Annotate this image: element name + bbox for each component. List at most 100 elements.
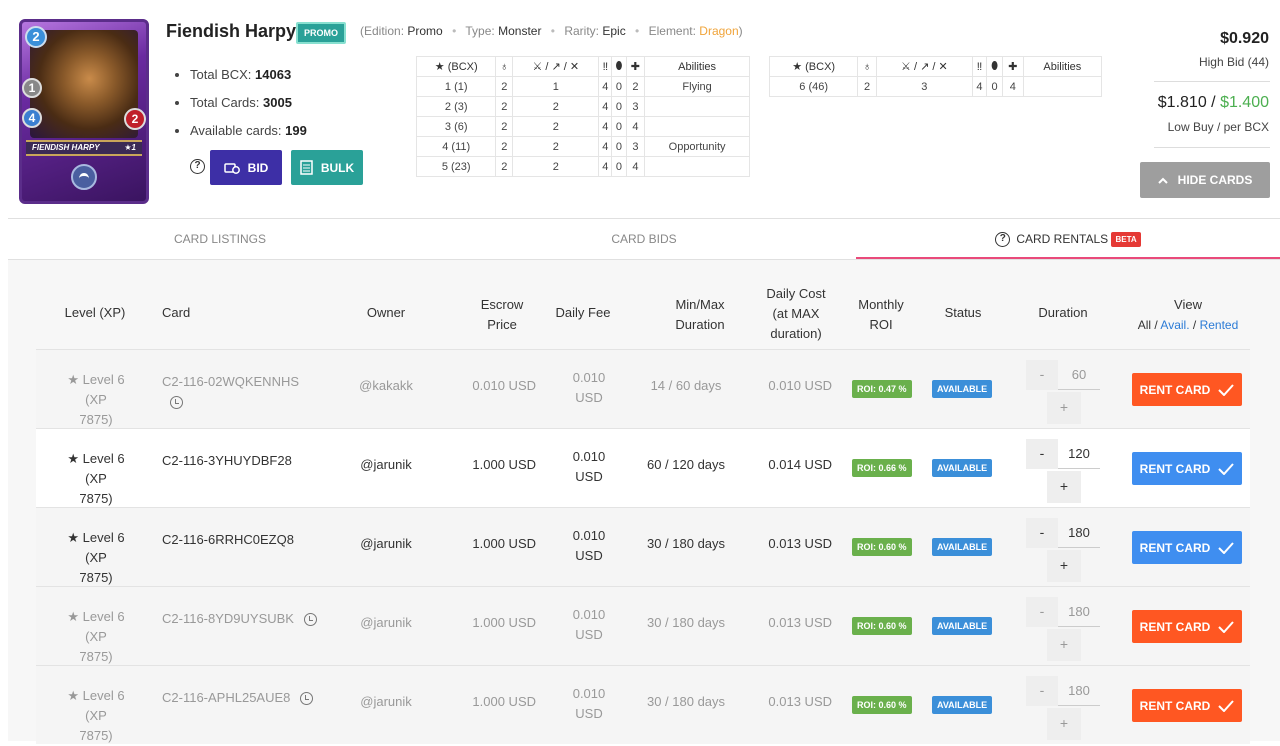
duration-increment-button[interactable]: + — [1047, 629, 1081, 661]
daily-fee-value: 0.010 — [572, 370, 606, 385]
element-value: Dragon — [699, 24, 739, 38]
xp-label: (XP — [85, 629, 107, 644]
low-buy-label: Low Buy / per BCX — [1167, 120, 1269, 134]
duration-increment-button[interactable]: + — [1047, 392, 1081, 424]
help-icon[interactable]: ? — [190, 159, 205, 174]
table-row: 2 (3) 2 2 4 0 3 — [415, 96, 750, 117]
mana-icon: 2 — [25, 26, 47, 48]
card-id[interactable]: C2-116-02WQKENNHS — [162, 374, 299, 389]
daily-fee: 0.010 USD — [564, 605, 614, 645]
owner[interactable]: @kakakk — [356, 378, 416, 393]
calculator-icon — [300, 160, 313, 175]
owner[interactable]: @jarunik — [356, 457, 416, 472]
card-id[interactable]: C2-116-6RRHC0EZQ8 — [162, 532, 294, 547]
total-bcx: Total BCX: 14063 — [175, 67, 307, 95]
plate-level: ★1 — [124, 143, 136, 152]
table-header: ⚔ / ↗ / ✕ — [512, 56, 600, 77]
owner[interactable]: @jarunik — [356, 536, 416, 551]
duration-input[interactable]: 60 — [1058, 360, 1100, 390]
xp-label: (XP — [85, 550, 107, 565]
rent-card-button[interactable]: RENT CARD — [1132, 373, 1242, 406]
check-icon — [1218, 462, 1235, 475]
rent-card-label: RENT CARD — [1139, 619, 1211, 634]
rent-card-button[interactable]: RENT CARD — [1132, 452, 1242, 485]
duration-increment-button[interactable]: + — [1047, 471, 1081, 503]
col-escrow-1: Escrow — [480, 297, 524, 312]
min-max-duration: 60 / 120 days — [646, 457, 726, 472]
beta-badge: BETA — [1111, 231, 1141, 247]
level-cell: ★ Level 6 (XP 7875) — [56, 686, 136, 746]
table-header: ⚔ / ↗ / ✕ — [875, 56, 973, 77]
duration-decrement-button[interactable]: - — [1026, 360, 1058, 390]
health-icon: 2 — [124, 108, 146, 130]
bid-button[interactable]: BID — [210, 150, 282, 185]
rent-card-button[interactable]: RENT CARD — [1132, 610, 1242, 643]
owner[interactable]: @jarunik — [356, 615, 416, 630]
duration-input[interactable]: 180 — [1058, 518, 1100, 548]
view-avail-link[interactable]: Avail. — [1160, 318, 1189, 332]
table-cell: Opportunity — [644, 136, 750, 157]
daily-fee-unit: USD — [575, 548, 603, 563]
status-badge: AVAILABLE — [932, 617, 993, 635]
table-row: 3 (6) 2 2 4 0 4 — [415, 116, 750, 137]
col-card: Card — [162, 305, 191, 320]
duration-decrement-button[interactable]: - — [1026, 439, 1058, 469]
duration-increment-button[interactable]: + — [1047, 550, 1081, 582]
duration-decrement-button[interactable]: - — [1026, 518, 1058, 548]
status-badge: AVAILABLE — [932, 380, 993, 398]
tab-card-listings[interactable]: CARD LISTINGS — [8, 219, 432, 259]
view-rented-link[interactable]: Rented — [1200, 318, 1239, 332]
tab-card-rentals[interactable]: ? CARD RENTALS BETA — [856, 219, 1280, 259]
table-cell: 0 — [986, 76, 1004, 97]
table-row: 4 (11) 2 2 4 0 3 Opportunity — [415, 136, 750, 157]
card-id[interactable]: C2-116-APHL25AUE8 — [162, 690, 290, 705]
view-all-link[interactable]: All — [1138, 318, 1151, 332]
xp-value: 7875) — [79, 649, 113, 664]
table-header: ‼ — [971, 56, 988, 77]
duration-decrement-button[interactable]: - — [1026, 676, 1058, 706]
table-row: ★ Level 6 (XP 7875) C2-116-02WQKENNHS @kaka… — [36, 349, 1250, 428]
rent-card-label: RENT CARD — [1139, 382, 1211, 397]
table-cell — [644, 116, 750, 137]
card-id-cell: C2-116-6RRHC0EZQ8 — [162, 530, 294, 550]
daily-fee-unit: USD — [575, 469, 603, 484]
bulk-button[interactable]: BULK — [291, 150, 363, 185]
table-header: ♁ — [495, 56, 514, 77]
col-escrow: Escrow Price — [468, 295, 536, 335]
table-cell: 3 (6) — [415, 116, 497, 137]
card-image[interactable]: 2 1 4 2 FIENDISH HARPY ★1 — [19, 19, 149, 204]
duration-input[interactable]: 180 — [1058, 676, 1100, 706]
available-value: 199 — [285, 123, 307, 138]
help-icon[interactable]: ? — [995, 232, 1011, 248]
duration-input[interactable]: 120 — [1058, 439, 1100, 469]
check-icon — [1218, 541, 1235, 554]
daily-fee: 0.010 USD — [564, 684, 614, 724]
owner[interactable]: @jarunik — [356, 694, 416, 709]
status-badge: AVAILABLE — [932, 459, 993, 477]
edition-value: Promo — [407, 24, 443, 38]
duration-input[interactable]: 180 — [1058, 597, 1100, 627]
card-stats: Total BCX: 14063 Total Cards: 3005 Avail… — [175, 67, 307, 151]
card-id[interactable]: C2-116-3YHUYDBF28 — [162, 453, 292, 468]
meta-close: ) — [738, 24, 743, 38]
hide-cards-button[interactable]: HIDE CARDS — [1140, 162, 1270, 198]
tab-card-bids[interactable]: CARD BIDS — [432, 219, 856, 259]
card-id-cell: C2-116-APHL25AUE8 — [162, 688, 314, 708]
table-cell: 4 — [1002, 76, 1024, 97]
table-cell: 2 — [495, 156, 514, 177]
col-minmax: Min/Max Duration — [658, 295, 742, 335]
duration-increment-button[interactable]: + — [1047, 708, 1081, 740]
rent-card-button[interactable]: RENT CARD — [1132, 531, 1242, 564]
per-bcx-price: $1.400 — [1220, 94, 1269, 111]
rent-card-button[interactable]: RENT CARD — [1132, 689, 1242, 722]
type-label: Type: — [465, 24, 495, 38]
table-header: ♁ — [857, 56, 877, 77]
table-row: 5 (23) 2 2 4 0 4 — [415, 156, 750, 177]
duration-decrement-button[interactable]: - — [1026, 597, 1058, 627]
col-daily-cost: Daily Cost (at MAX duration) — [758, 284, 834, 344]
card-header: 2 1 4 2 FIENDISH HARPY ★1 Fiendish Harpy… — [0, 0, 1280, 218]
status-badge: AVAILABLE — [932, 538, 993, 556]
roi-badge: ROI: 0.47 % — [852, 380, 912, 398]
table-cell: 3 — [625, 96, 646, 117]
card-id[interactable]: C2-116-8YD9UYSUBK — [162, 611, 294, 626]
